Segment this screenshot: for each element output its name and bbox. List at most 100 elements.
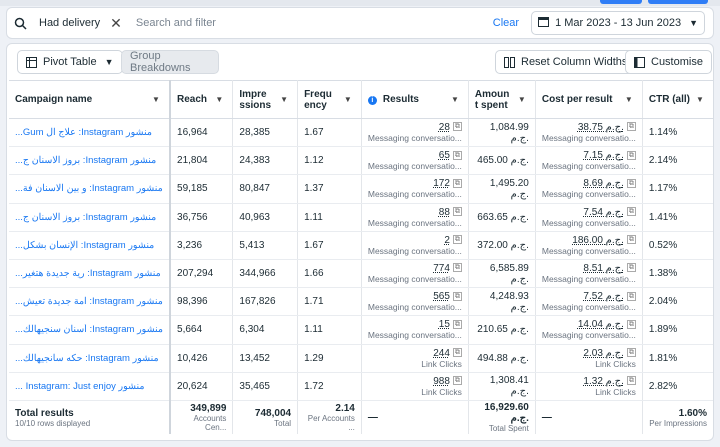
- cost-per-result-value[interactable]: 38.75 ج.م.: [578, 122, 624, 133]
- results-value[interactable]: 65: [439, 150, 450, 161]
- campaign-link[interactable]: منشور Instagram: بروز الاسنان ج...: [15, 212, 163, 223]
- cost-per-result-cell[interactable]: 8.69 ج.م. ⧉ Messaging conversatio...: [535, 174, 643, 204]
- table-row[interactable]: منشور Instagram: بروز الاسنان ج... 21,80…: [9, 146, 713, 176]
- sort-icon[interactable]: ▼: [693, 93, 707, 107]
- sort-icon[interactable]: ▼: [448, 93, 462, 107]
- cost-per-result-value[interactable]: 7.54 ج.م.: [583, 207, 623, 218]
- results-cell[interactable]: 774 ⧉ Messaging conversatio...: [361, 259, 469, 289]
- campaign-name-cell[interactable]: منشور Instagram: بروز الاسنان ج...: [9, 146, 172, 176]
- table-row[interactable]: منشور Instagram: رية جديدة هتغير... 207,…: [9, 259, 713, 289]
- cost-per-result-cell[interactable]: 7.54 ج.م. ⧉ Messaging conversatio...: [535, 203, 643, 232]
- results-cell[interactable]: 15 ⧉ Messaging conversatio...: [361, 315, 469, 345]
- table-toolbar: Pivot Table ▼ Group Breakdowns Reset Col…: [7, 44, 713, 80]
- cost-per-result-cell[interactable]: 38.75 ج.م. ⧉ Messaging conversatio...: [535, 118, 643, 148]
- campaign-name-cell[interactable]: منشور Instagram: أسنان سنجيهالك...: [9, 315, 172, 345]
- cost-per-result-cell[interactable]: 14.04 ج.م. ⧉ Messaging conversatio...: [535, 315, 643, 345]
- cost-per-result-value[interactable]: 14.04 ج.م.: [578, 319, 624, 330]
- results-cell[interactable]: 65 ⧉ Messaging conversatio...: [361, 146, 469, 176]
- sort-icon[interactable]: ▼: [341, 93, 355, 107]
- results-cell[interactable]: 88 ⧉ Messaging conversatio...: [361, 203, 469, 232]
- cost-per-result-cell[interactable]: 186.00 ج.م. ⧉ Messaging conversatio...: [535, 231, 643, 260]
- results-value[interactable]: 774: [433, 263, 450, 274]
- sort-icon[interactable]: ▼: [515, 93, 529, 107]
- table-row[interactable]: منشور Instagram: و بين الاسنان فة... 59,…: [9, 174, 713, 204]
- table-row[interactable]: منشور Instagram: بروز الاسنان ج... 36,75…: [9, 203, 713, 232]
- search-input[interactable]: [135, 17, 493, 29]
- table-row[interactable]: منشور Instagram: أسنان سنجيهالك... 5,664…: [9, 315, 713, 345]
- cost-per-result-cell[interactable]: 8.51 ج.م. ⧉ Messaging conversatio...: [535, 259, 643, 289]
- results-value[interactable]: 2: [444, 235, 450, 246]
- campaign-name-cell[interactable]: منشور Instagram: و بين الاسنان فة...: [9, 174, 172, 204]
- campaign-link[interactable]: منشور Instagram: حكه سانجيهالك...: [15, 353, 163, 364]
- campaign-name-cell[interactable]: منشور Instagram: الإنسان بشكل...: [9, 231, 172, 260]
- table-row[interactable]: منشور Instagram: امة جديدة تعيش... 98,39…: [9, 287, 713, 317]
- campaign-name-cell[interactable]: منشور Instagram: Just enjoy ...: [9, 372, 172, 401]
- sort-icon[interactable]: ▼: [277, 93, 291, 107]
- table-row[interactable]: منشور Instagram: Just enjoy ... 20,624 3…: [9, 372, 713, 401]
- cost-per-result-cell[interactable]: 7.15 ج.م. ⧉ Messaging conversatio...: [535, 146, 643, 176]
- pivot-table-button[interactable]: Pivot Table ▼: [17, 50, 123, 74]
- table-row[interactable]: منشور Instagram: حكه سانجيهالك... 10,426…: [9, 344, 713, 373]
- results-cell[interactable]: 2 ⧉ Messaging conversatio...: [361, 231, 469, 260]
- sort-icon[interactable]: ▼: [212, 93, 226, 107]
- sort-icon[interactable]: ▼: [149, 93, 163, 107]
- campaign-link[interactable]: منشور Instagram: الإنسان بشكل...: [15, 240, 163, 251]
- col-cost-per-result[interactable]: Cost per result ▼: [535, 80, 643, 119]
- results-value[interactable]: 88: [439, 207, 450, 218]
- date-range-picker[interactable]: 1 Mar 2023 - 13 Jun 2023 ▼: [531, 11, 705, 35]
- customise-button[interactable]: Customise: [625, 50, 712, 74]
- cost-per-result-value[interactable]: 8.51 ج.م.: [583, 263, 623, 274]
- col-impressions[interactable]: Impre ssions ▼: [232, 80, 299, 119]
- table-row[interactable]: منشور Instagram: علاج ال Gum... 16,964 2…: [9, 118, 713, 148]
- results-value[interactable]: 172: [433, 178, 450, 189]
- reset-column-widths-button[interactable]: Reset Column Widths: [495, 50, 637, 74]
- cost-per-result-cell[interactable]: 7.52 ج.م. ⧉ Messaging conversatio...: [535, 287, 643, 317]
- info-icon[interactable]: i: [367, 96, 377, 105]
- campaign-link[interactable]: منشور Instagram: و بين الاسنان فة...: [15, 183, 163, 194]
- campaign-link[interactable]: منشور Instagram: بروز الاسنان ج...: [15, 155, 163, 166]
- campaign-link[interactable]: منشور Instagram: امة جديدة تعيش...: [15, 296, 163, 307]
- results-value[interactable]: 28: [439, 122, 450, 133]
- campaign-name-cell[interactable]: منشور Instagram: امة جديدة تعيش...: [9, 287, 172, 317]
- campaign-link[interactable]: منشور Instagram: رية جديدة هتغير...: [15, 268, 163, 279]
- cost-per-result-type: Messaging conversatio...: [541, 217, 636, 228]
- filter-chip[interactable]: Had delivery ✕: [33, 12, 128, 34]
- results-cell[interactable]: 172 ⧉ Messaging conversatio...: [361, 174, 469, 204]
- results-cell[interactable]: 565 ⧉ Messaging conversatio...: [361, 287, 469, 317]
- campaign-name-cell[interactable]: منشور Instagram: حكه سانجيهالك...: [9, 344, 172, 373]
- col-reach[interactable]: Reach ▼: [170, 80, 234, 119]
- col-frequency[interactable]: Frequ ency ▼: [297, 80, 362, 119]
- compare-icon: ⧉: [452, 122, 462, 132]
- campaign-name-cell[interactable]: منشور Instagram: علاج ال Gum...: [9, 118, 172, 148]
- campaign-link[interactable]: منشور Instagram: أسنان سنجيهالك...: [15, 324, 163, 335]
- results-value[interactable]: 565: [433, 291, 450, 302]
- results-value[interactable]: 15: [439, 319, 450, 330]
- col-results[interactable]: i Results ▼: [361, 80, 469, 119]
- group-breakdowns-button[interactable]: Group Breakdowns: [121, 50, 219, 74]
- close-icon[interactable]: ✕: [110, 15, 122, 32]
- campaign-name-cell[interactable]: منشور Instagram: رية جديدة هتغير...: [9, 259, 172, 289]
- col-amount-spent[interactable]: Amoun t spent ▼: [468, 80, 536, 119]
- campaign-name-cell[interactable]: منشور Instagram: بروز الاسنان ج...: [9, 203, 172, 232]
- cost-per-result-value[interactable]: 1.32 ج.م.: [583, 376, 623, 387]
- campaign-link[interactable]: منشور Instagram: علاج ال Gum...: [15, 127, 163, 138]
- cost-per-result-value[interactable]: 8.69 ج.م.: [583, 178, 623, 189]
- campaign-link[interactable]: منشور Instagram: Just enjoy ...: [15, 381, 163, 392]
- cost-per-result-cell[interactable]: 1.32 ج.م. ⧉ Link Clicks: [535, 372, 643, 401]
- col-ctr[interactable]: CTR (all) ▼: [642, 80, 713, 119]
- results-cell[interactable]: 28 ⧉ Messaging conversatio...: [361, 118, 469, 148]
- clear-button[interactable]: Clear: [493, 17, 519, 29]
- table-row[interactable]: منشور Instagram: الإنسان بشكل... 3,236 5…: [9, 231, 713, 260]
- cost-per-result-cell[interactable]: 2.03 ج.م. ⧉ Link Clicks: [535, 344, 643, 373]
- sort-icon[interactable]: ▼: [622, 93, 636, 107]
- results-cell[interactable]: 988 ⧉ Link Clicks: [361, 372, 469, 401]
- results-value[interactable]: 244: [433, 348, 450, 359]
- cost-per-result-value[interactable]: 186.00 ج.م.: [572, 235, 624, 246]
- results-value[interactable]: 988: [433, 376, 450, 387]
- cost-per-result-value[interactable]: 2.03 ج.م.: [583, 348, 623, 359]
- col-campaign-name[interactable]: Campaign name ▼: [9, 80, 172, 119]
- results-cell[interactable]: 244 ⧉ Link Clicks: [361, 344, 469, 373]
- cost-per-result-value[interactable]: 7.15 ج.م.: [583, 150, 623, 161]
- cost-per-result-value[interactable]: 7.52 ج.م.: [583, 291, 623, 302]
- results-type: Messaging conversatio...: [367, 161, 462, 172]
